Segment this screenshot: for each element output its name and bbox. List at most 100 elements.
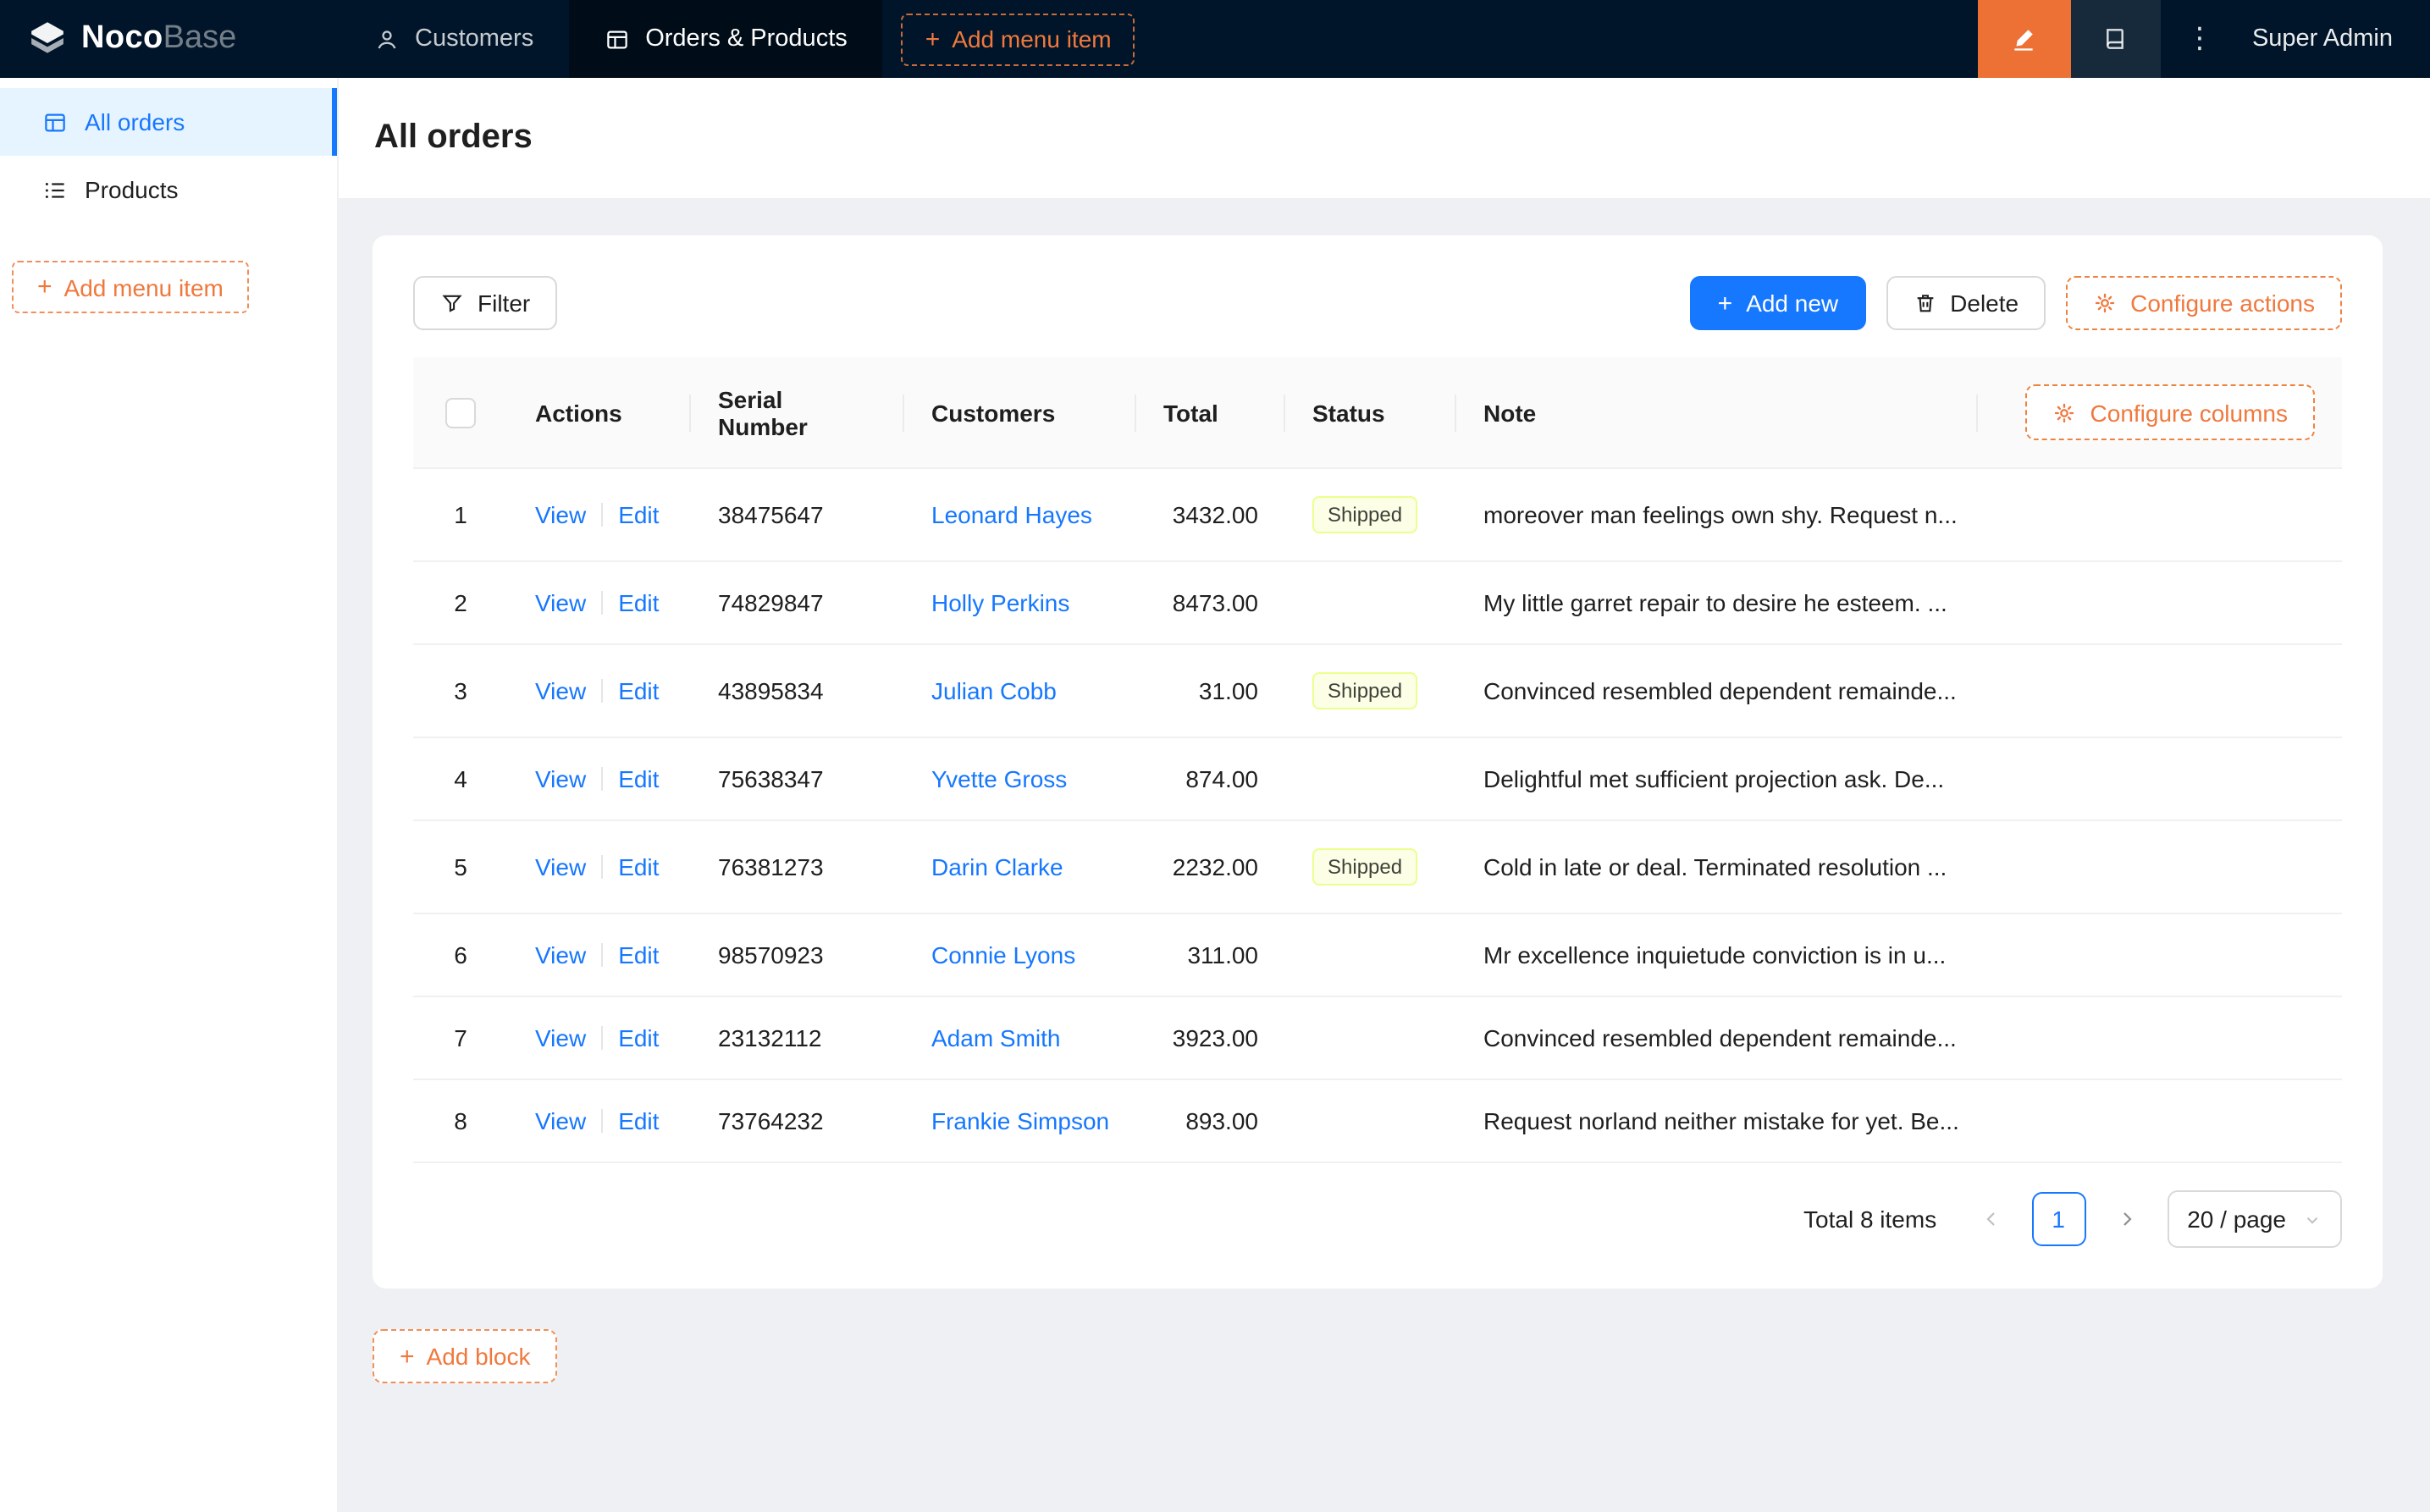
- status-cell: Shipped: [1285, 821, 1456, 914]
- api-doc-button[interactable]: [2070, 0, 2161, 78]
- table-row: 6 View Edit 98570923 Connie Lyons 311.00 Mr ex…: [413, 914, 2342, 997]
- action-divider: [601, 591, 604, 615]
- row-actions: View Edit: [508, 738, 691, 821]
- customer-link[interactable]: Adam Smith: [931, 1024, 1061, 1051]
- row-index: 8: [413, 1080, 508, 1163]
- view-link[interactable]: View: [535, 941, 586, 968]
- highlighter-icon: [2011, 25, 2038, 52]
- ui-editor-button[interactable]: [1977, 0, 2071, 78]
- add-new-label: Add new: [1746, 290, 1839, 317]
- edit-link[interactable]: Edit: [618, 1107, 659, 1134]
- table-row: 5 View Edit 76381273 Darin Clarke 2232.00 Ship…: [413, 821, 2342, 914]
- header-add-menu-item-button[interactable]: + Add menu item: [901, 13, 1135, 65]
- more-menu-button[interactable]: ⋮: [2161, 22, 2239, 56]
- serial-cell: 98570923: [691, 914, 904, 997]
- edit-link[interactable]: Edit: [618, 765, 659, 792]
- customer-cell: Yvette Gross: [904, 738, 1136, 821]
- row-index: 5: [413, 821, 508, 914]
- prev-page-button[interactable]: [1963, 1192, 2018, 1246]
- list-icon: [42, 177, 68, 202]
- configure-columns-header: Configure columns: [1978, 357, 2342, 469]
- table-row: 1 View Edit 38475647 Leonard Hayes 3432.00 Shi…: [413, 469, 2342, 562]
- page-size-select[interactable]: 20 / page: [2167, 1190, 2342, 1248]
- plus-icon: +: [1717, 289, 1733, 317]
- customer-link[interactable]: Julian Cobb: [931, 677, 1057, 704]
- nav-item-customers[interactable]: Customers: [339, 0, 569, 78]
- customer-link[interactable]: Leonard Hayes: [931, 501, 1092, 528]
- sidebar: All orders Products + Add menu item: [0, 78, 339, 1512]
- filter-button[interactable]: Filter: [413, 276, 558, 330]
- serial-cell: 74829847: [691, 562, 904, 645]
- add-new-button[interactable]: + Add new: [1690, 276, 1866, 330]
- sidebar-add-menu-item-button[interactable]: + Add menu item: [12, 261, 249, 313]
- total-cell: 31.00: [1136, 645, 1285, 738]
- view-link[interactable]: View: [535, 853, 586, 880]
- customer-link[interactable]: Darin Clarke: [931, 853, 1063, 880]
- chevron-down-icon: [2303, 1210, 2322, 1228]
- brand-noco: Noco: [81, 20, 163, 56]
- row-actions: View Edit: [508, 645, 691, 738]
- status-cell: [1285, 1080, 1456, 1163]
- view-link[interactable]: View: [535, 765, 586, 792]
- row-index: 1: [413, 469, 508, 562]
- row-actions: View Edit: [508, 997, 691, 1080]
- sidebar-item-label: Products: [85, 176, 179, 203]
- view-link[interactable]: View: [535, 1107, 586, 1134]
- customer-link[interactable]: Frankie Simpson: [931, 1107, 1109, 1134]
- row-index: 6: [413, 914, 508, 997]
- book-icon: [2102, 25, 2129, 52]
- edit-link[interactable]: Edit: [618, 1024, 659, 1051]
- sidebar-item-all-orders[interactable]: All orders: [0, 88, 337, 156]
- status-tag: Shipped: [1312, 672, 1418, 709]
- status-cell: [1285, 738, 1456, 821]
- filter-icon: [440, 291, 464, 315]
- page-1-button[interactable]: 1: [2031, 1192, 2086, 1246]
- action-divider: [601, 767, 604, 791]
- select-all-checkbox[interactable]: [445, 397, 476, 428]
- nav-item-orders-products[interactable]: Orders & Products: [569, 0, 883, 78]
- main: All orders Filter + Add new Delete Confi…: [339, 78, 2430, 1512]
- edit-link[interactable]: Edit: [618, 589, 659, 616]
- action-divider: [601, 679, 604, 703]
- view-link[interactable]: View: [535, 677, 586, 704]
- action-divider: [601, 503, 604, 527]
- add-block-button[interactable]: + Add block: [373, 1329, 558, 1383]
- configure-columns-button[interactable]: Configure columns: [2025, 384, 2315, 440]
- next-page-button[interactable]: [2099, 1192, 2153, 1246]
- page-size-value: 20 / page: [2187, 1206, 2286, 1233]
- serial-cell: 75638347: [691, 738, 904, 821]
- content-area: Filter + Add new Delete Configure action…: [339, 198, 2430, 1512]
- delete-button[interactable]: Delete: [1886, 276, 2046, 330]
- brand-base: Base: [163, 20, 237, 56]
- edit-link[interactable]: Edit: [618, 677, 659, 704]
- customer-link[interactable]: Yvette Gross: [931, 765, 1067, 792]
- app-body: All orders Products + Add menu item All …: [0, 78, 2430, 1512]
- status-cell: Shipped: [1285, 469, 1456, 562]
- total-cell: 311.00: [1136, 914, 1285, 997]
- edit-link[interactable]: Edit: [618, 941, 659, 968]
- plus-icon: +: [400, 1342, 415, 1371]
- toolbar: Filter + Add new Delete Configure action…: [413, 276, 2342, 330]
- row-index: 2: [413, 562, 508, 645]
- column-header-note: Note: [1456, 357, 1978, 469]
- row-actions: View Edit: [508, 1080, 691, 1163]
- nav-item-label: Orders & Products: [645, 25, 848, 52]
- customer-link[interactable]: Holly Perkins: [931, 589, 1069, 616]
- view-link[interactable]: View: [535, 501, 586, 528]
- filter-label: Filter: [478, 290, 531, 317]
- view-link[interactable]: View: [535, 589, 586, 616]
- edit-link[interactable]: Edit: [618, 853, 659, 880]
- customer-cell: Frankie Simpson: [904, 1080, 1136, 1163]
- toolbar-right: + Add new Delete Configure actions: [1690, 276, 2342, 330]
- view-link[interactable]: View: [535, 1024, 586, 1051]
- customer-link[interactable]: Connie Lyons: [931, 941, 1075, 968]
- customer-cell: Adam Smith: [904, 997, 1136, 1080]
- user-name[interactable]: Super Admin: [2239, 25, 2430, 52]
- customer-cell: Holly Perkins: [904, 562, 1136, 645]
- edit-link[interactable]: Edit: [618, 501, 659, 528]
- configure-actions-button[interactable]: Configure actions: [2066, 276, 2342, 330]
- delete-label: Delete: [1950, 290, 2019, 317]
- customer-cell: Julian Cobb: [904, 645, 1136, 738]
- orders-table-body: 1 View Edit 38475647 Leonard Hayes 3432.00 Shi…: [413, 469, 2342, 1163]
- sidebar-item-products[interactable]: Products: [0, 156, 337, 223]
